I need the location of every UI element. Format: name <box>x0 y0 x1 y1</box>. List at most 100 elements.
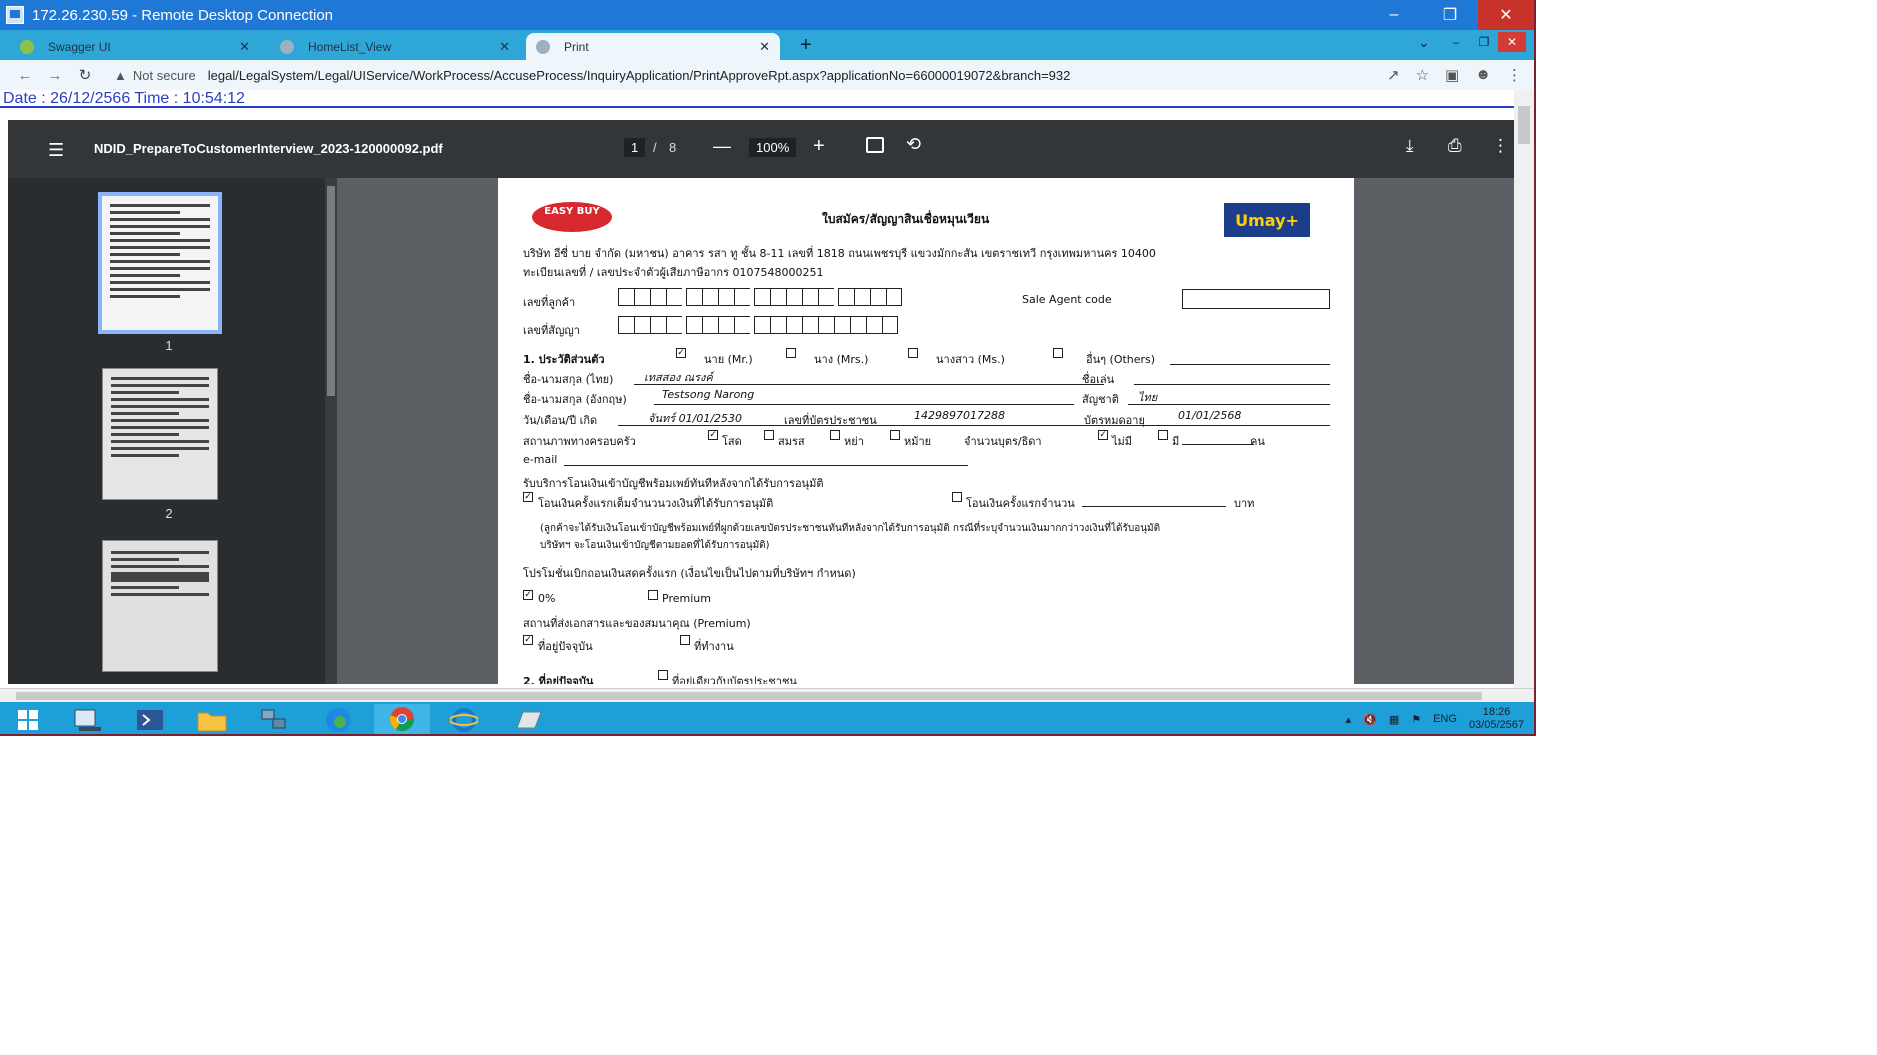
forward-arrow-icon[interactable]: → <box>40 67 70 84</box>
checkbox-married <box>764 430 774 440</box>
chrome-icon <box>390 707 414 732</box>
no-children-label: ไม่มี <box>1112 435 1133 448</box>
tab-close-icon[interactable]: ✕ <box>759 39 770 55</box>
profile-avatar-icon[interactable]: ☻ <box>1475 66 1491 84</box>
header-divider <box>0 106 1514 108</box>
divorced-label: หย่า <box>844 435 864 448</box>
widowed-label: หม้าย <box>904 435 932 448</box>
reload-icon[interactable]: ↻ <box>70 66 100 84</box>
title-mr-label: นาย (Mr.) <box>704 353 753 366</box>
browser-window-controls: – ❐ ✕ <box>1442 32 1526 52</box>
customer-no-label: เลขที่ลูกค้า <box>523 296 576 309</box>
swagger-icon <box>20 39 34 54</box>
section-address-heading: 2. ที่อยู่ปัจจุบัน <box>523 675 594 684</box>
transfer-heading: รับบริการโอนเงินเข้าบัญชีพร้อมเพย์ทันทีห… <box>523 477 824 490</box>
thumbnail-scrollbar[interactable] <box>325 178 337 684</box>
browser-minimize-button[interactable]: – <box>1442 32 1470 52</box>
windows-logo-icon <box>18 710 38 730</box>
page-number-input[interactable]: 1 <box>624 138 646 157</box>
language-indicator[interactable]: ENG <box>1433 713 1457 725</box>
expiry-label: บัตรหมดอายุ <box>1084 414 1145 427</box>
zoom-level-input[interactable]: 100% <box>749 138 797 157</box>
checkbox-workplace <box>680 635 690 645</box>
print-icon[interactable]: ⎙ <box>1448 136 1462 156</box>
back-arrow-icon[interactable]: ← <box>10 67 40 84</box>
thumbnail-page-2[interactable] <box>102 368 218 500</box>
nationality-label: สัญชาติ <box>1082 393 1119 406</box>
page-horizontal-scrollbar[interactable] <box>0 688 1534 702</box>
security-indicator[interactable]: ▲ Not secure <box>114 68 196 83</box>
rotate-icon[interactable]: ⟲ <box>906 134 921 155</box>
page-vertical-scrollbar[interactable] <box>1514 90 1534 688</box>
transfer-full-label: โอนเงินครั้งแรกเต็มจำนวนวงเงินที่ได้รับก… <box>538 497 774 510</box>
thumbnail-page-3[interactable] <box>102 540 218 672</box>
checkbox-ms <box>908 348 918 358</box>
tray-expand-icon[interactable]: ▴ <box>1346 713 1352 726</box>
clock-date: 03/05/2567 <box>1468 719 1524 731</box>
flag-icon[interactable]: ⚑ <box>1411 713 1421 726</box>
network-app-button[interactable] <box>246 704 302 734</box>
network-computers-icon <box>261 709 286 729</box>
security-label: Not secure <box>132 67 196 83</box>
hamburger-menu-icon[interactable]: ☰ <box>48 140 64 161</box>
bookmark-star-icon[interactable]: ☆ <box>1416 66 1429 84</box>
tab-print[interactable]: Print ✕ <box>526 33 780 60</box>
rdp-minimize-button[interactable]: – <box>1366 0 1422 30</box>
tab-search-chevron-icon[interactable]: ⌄ <box>1418 34 1430 51</box>
application-icon <box>516 711 542 729</box>
has-children-label: มี <box>1172 435 1180 448</box>
internet-explorer-button[interactable] <box>436 704 492 734</box>
browser-close-button[interactable]: ✕ <box>1498 32 1526 52</box>
powershell-button[interactable] <box>122 704 178 734</box>
chrome-button[interactable] <box>374 704 430 734</box>
network-icon[interactable]: ▦ <box>1389 713 1399 726</box>
start-button[interactable] <box>0 704 56 734</box>
browser-restore-button[interactable]: ❐ <box>1470 32 1498 52</box>
company-address: บริษัท อีซี่ บาย จำกัด (มหาชน) อาคาร รสา… <box>523 247 1156 260</box>
file-explorer-button[interactable] <box>184 704 240 734</box>
pdf-page: EASY BUY ใบสมัคร/สัญญาสินเชื่อหมุนเวียน … <box>498 178 1354 684</box>
easy-buy-logo: EASY BUY <box>532 202 612 232</box>
share-icon[interactable]: ↗ <box>1387 66 1400 84</box>
tab-close-icon[interactable]: ✕ <box>499 39 510 55</box>
tab-swagger-ui[interactable]: Swagger UI ✕ <box>10 33 260 60</box>
edge-button[interactable] <box>310 704 366 734</box>
document-area: EASY BUY ใบสมัคร/สัญญาสินเชื่อหมุนเวียน … <box>340 178 1514 684</box>
contract-no-boxes <box>618 316 898 334</box>
side-panel-icon[interactable]: ▣ <box>1445 66 1459 84</box>
rdp-close-button[interactable]: ✕ <box>1478 0 1534 30</box>
rdp-restore-button[interactable]: ❐ <box>1422 0 1478 30</box>
email-label: e-mail <box>523 453 558 466</box>
name-en-label: ชื่อ-นามสกุล (อังกฤษ) <box>523 393 627 406</box>
pdf-viewer: ☰ NDID_PrepareToCustomerInterview_2023-1… <box>8 120 1514 684</box>
url-field[interactable]: legal/LegalSystem/Legal/UIService/WorkPr… <box>208 68 1387 83</box>
nickname-label: ชื่อเล่น <box>1082 373 1115 386</box>
tab-close-icon[interactable]: ✕ <box>239 39 250 55</box>
new-tab-button[interactable]: + <box>800 34 812 57</box>
remote-desktop-icon <box>6 6 24 24</box>
expiry-value: 01/01/2568 <box>1178 409 1242 422</box>
app-button[interactable] <box>500 704 556 734</box>
remote-desktop-window: 172.26.230.59 - Remote Desktop Connectio… <box>0 0 1536 736</box>
idcard-value: 1429897017288 <box>914 409 1005 422</box>
fit-to-page-icon[interactable] <box>866 137 884 153</box>
server-manager-button[interactable] <box>60 704 116 734</box>
system-clock[interactable]: 18:26 03/05/2567 <box>1469 706 1524 732</box>
globe-icon <box>280 39 294 54</box>
zoom-in-icon[interactable]: + <box>813 135 825 158</box>
more-options-icon[interactable]: ⋮ <box>1492 136 1509 156</box>
section-personal-heading: 1. ประวัติส่วนตัว <box>523 353 605 366</box>
system-tray: ▴ 🔇 ▦ ⚑ ENG 18:26 03/05/2567 <box>1346 702 1524 734</box>
total-pages: 8 <box>669 140 677 155</box>
browser-menu-icon[interactable]: ⋮ <box>1507 66 1522 84</box>
zoom-out-icon[interactable]: — <box>713 136 731 157</box>
workplace-label: ที่ทำงาน <box>694 640 734 653</box>
transfer-amount-label: โอนเงินครั้งแรกจำนวน <box>966 497 1075 510</box>
clock-time: 18:26 <box>1482 706 1511 718</box>
thumbnail-page-1[interactable] <box>98 192 222 334</box>
edge-icon <box>326 708 350 732</box>
internet-explorer-icon <box>450 708 478 732</box>
volume-muted-icon[interactable]: 🔇 <box>1363 713 1377 726</box>
tab-homelist-view[interactable]: HomeList_View ✕ <box>270 33 520 60</box>
download-icon[interactable]: ⤓ <box>1406 136 1414 156</box>
